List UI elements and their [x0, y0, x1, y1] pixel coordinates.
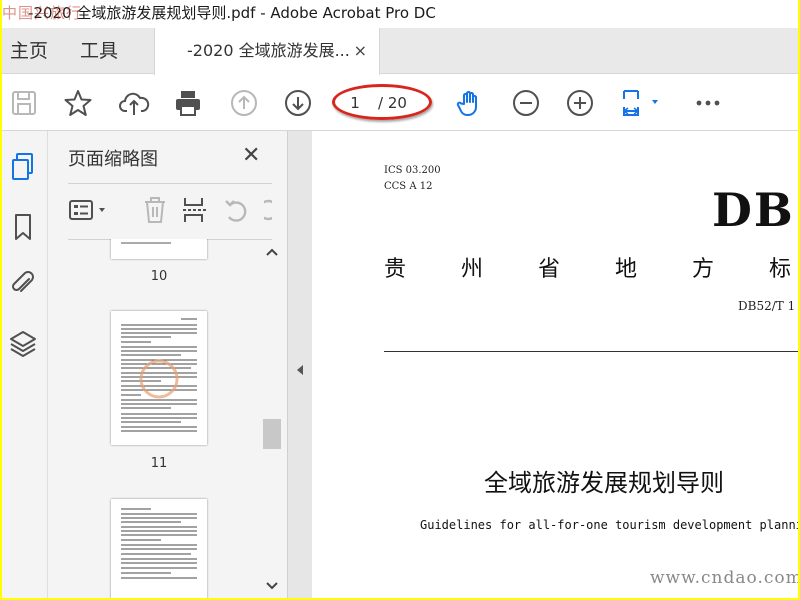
thumbnail-label: 10: [150, 269, 168, 284]
title-char: 贵: [384, 257, 407, 282]
province-standard-title: 贵州省地方标: [384, 251, 798, 283]
bookmark-icon[interactable]: [8, 211, 38, 243]
page-down-icon[interactable]: [282, 87, 314, 119]
scrollbar-thumb[interactable]: [263, 419, 281, 449]
tab-document[interactable]: -2020 全域旅游发展... ×: [154, 28, 380, 75]
thumbnail-page[interactable]: [111, 239, 207, 259]
rotate-right-icon[interactable]: [264, 195, 272, 225]
document-tab-label: -2020 全域旅游发展...: [187, 41, 350, 60]
window-title: -2020 全域旅游发展规划导则.pdf - Adobe Acrobat Pro…: [28, 4, 436, 22]
hand-tool-icon[interactable]: [454, 87, 486, 119]
ics-code: ICS 03.200 CCS A 12: [384, 163, 441, 195]
panel-close-icon[interactable]: ✕: [242, 143, 260, 168]
collapse-panel-button[interactable]: [288, 131, 312, 598]
ccs-line: CCS A 12: [384, 181, 433, 192]
cloud-upload-icon[interactable]: [118, 87, 150, 119]
thumbnail-options-icon[interactable]: [68, 195, 114, 225]
tab-bar: 主页 工具 -2020 全域旅游发展... ×: [2, 28, 798, 75]
save-icon[interactable]: [8, 87, 40, 119]
panel-title: 页面缩略图: [68, 149, 158, 170]
rotate-icon[interactable]: [222, 195, 252, 225]
close-tab-icon[interactable]: ×: [354, 28, 367, 74]
site-watermark: www.cndao.com: [650, 568, 798, 588]
thumbnail-scrollbar[interactable]: [262, 239, 282, 598]
acrobat-window: -2020 全域旅游发展规划导则.pdf - Adobe Acrobat Pro…: [2, 0, 798, 598]
document-view: ICS 03.200 CCS A 12 DB 贵 州 省 地 方 标 DB52/T 1 全…: [312, 131, 798, 598]
panel-toolbar: [68, 187, 272, 239]
thumbnail-panel: 页面缩略图 ✕ 10 11: [48, 131, 288, 598]
zoom-out-icon[interactable]: [510, 87, 542, 119]
print-icon[interactable]: [172, 87, 204, 119]
delete-page-icon[interactable]: [140, 195, 170, 225]
fit-page-icon[interactable]: [618, 87, 664, 119]
page-thumbnails-icon[interactable]: [8, 151, 38, 183]
document-title-cn: 全域旅游发展规划导则: [484, 469, 724, 497]
panel-divider: [68, 183, 272, 184]
tab-home[interactable]: 主页: [10, 28, 48, 74]
header-rule: [384, 351, 798, 352]
overlay-watermark: 中国兴旅行: [2, 4, 83, 22]
standard-code: DB: [712, 183, 795, 237]
page-up-icon[interactable]: [228, 87, 260, 119]
zoom-in-icon[interactable]: [564, 87, 596, 119]
thumbnail-page[interactable]: [111, 499, 207, 598]
title-char: 州: [461, 257, 484, 282]
title-char: 地: [615, 257, 638, 282]
title-char: 标: [769, 257, 792, 282]
star-icon[interactable]: [62, 87, 94, 119]
left-icon-rail: [2, 131, 48, 598]
more-icon[interactable]: [692, 87, 724, 119]
tab-tools[interactable]: 工具: [80, 28, 118, 74]
thumbnail-label: 11: [150, 456, 168, 471]
thumbnail-list: 10 11: [48, 239, 262, 598]
layers-icon[interactable]: [8, 327, 38, 359]
document-title-en: Guidelines for all-for-one tourism devel…: [420, 518, 798, 532]
title-char: 省: [538, 257, 561, 282]
attachment-icon[interactable]: [8, 267, 38, 299]
title-char: 方: [692, 257, 715, 282]
ics-line: ICS 03.200: [384, 165, 441, 176]
highlight-ellipse: [332, 84, 432, 120]
title-bar: -2020 全域旅游发展规划导则.pdf - Adobe Acrobat Pro…: [2, 0, 798, 28]
main-toolbar: / 20: [2, 75, 798, 131]
insert-page-icon[interactable]: [180, 195, 210, 225]
thumbnail-page[interactable]: [111, 311, 207, 445]
standard-number: DB52/T 1: [738, 299, 796, 313]
